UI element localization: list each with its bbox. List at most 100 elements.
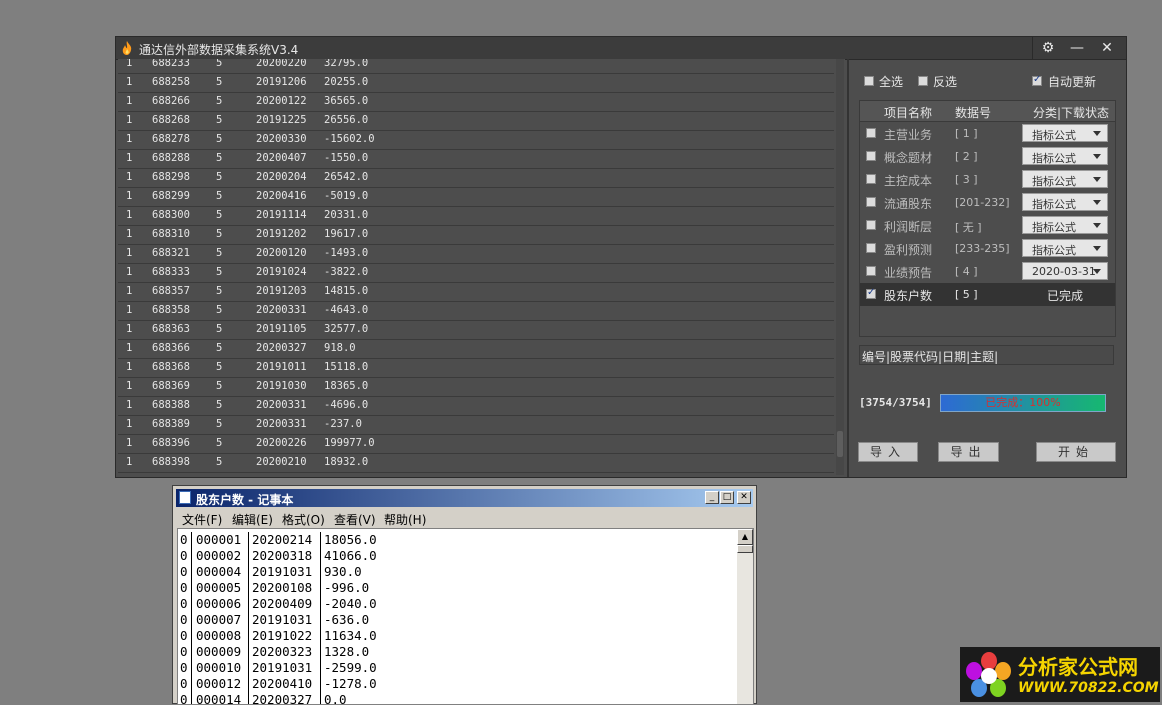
item-number: [ 3 ] bbox=[955, 173, 978, 186]
item-status-dropdown[interactable]: 指标公式 bbox=[1022, 193, 1108, 211]
item-name: 利润断层 bbox=[884, 220, 933, 234]
list-row[interactable]: 1 688266 5 20200122 36565.0 bbox=[118, 92, 834, 112]
notepad-menu-item[interactable]: 查看(V) bbox=[334, 511, 376, 528]
list-row[interactable]: 1 688388 5 20200331 -4696.0 bbox=[118, 396, 834, 416]
item-checkbox[interactable] bbox=[866, 151, 876, 161]
settings-gear-icon[interactable]: ⚙ bbox=[1032, 37, 1063, 59]
list-row[interactable]: 1 688363 5 20191105 32577.0 bbox=[118, 320, 834, 340]
list-row[interactable]: 1 688278 5 20200330 -15602.0 bbox=[118, 130, 834, 150]
item-checkbox[interactable] bbox=[866, 220, 876, 230]
item-row[interactable]: 业绩预告 [ 4 ] 2020-03-31 bbox=[860, 260, 1115, 283]
item-row[interactable]: 盈利预测 [233-235] 指标公式 bbox=[860, 237, 1115, 260]
list-scrollbar[interactable] bbox=[836, 59, 844, 475]
list-row[interactable]: 1 688288 5 20200407 -1550.0 bbox=[118, 149, 834, 169]
list-cell: 1 bbox=[126, 323, 133, 335]
panel-divider bbox=[847, 59, 849, 477]
item-checkbox[interactable] bbox=[866, 287, 876, 299]
list-row[interactable]: 1 688389 5 20200331 -237.0 bbox=[118, 415, 834, 435]
invert-label[interactable]: 反选 bbox=[933, 73, 957, 90]
close-button[interactable]: ✕ bbox=[1092, 37, 1122, 59]
item-row[interactable]: 股东户数 [ 5 ] 已完成 bbox=[860, 283, 1115, 306]
notepad-menu-item[interactable]: 帮助(H) bbox=[384, 511, 426, 528]
scrollbar-thumb[interactable] bbox=[837, 431, 843, 457]
item-status-dropdown[interactable]: 指标公式 bbox=[1022, 239, 1108, 257]
list-cell: 20191030 bbox=[256, 380, 307, 392]
item-checkbox[interactable] bbox=[866, 174, 876, 184]
list-cell: 5 bbox=[216, 76, 223, 88]
notepad-title-bar[interactable]: 股东户数 - 记事本 _ □ ✕ bbox=[176, 489, 753, 507]
select-all-label[interactable]: 全选 bbox=[879, 73, 903, 90]
list-row[interactable]: 1 688368 5 20191011 15118.0 bbox=[118, 358, 834, 378]
auto-update-checkbox[interactable] bbox=[1032, 74, 1042, 86]
list-cell: 688310 bbox=[152, 228, 190, 240]
list-cell: 20200330 bbox=[256, 133, 307, 145]
list-cell: 20191011 bbox=[256, 361, 307, 373]
item-status: 指标公式 bbox=[1032, 244, 1076, 257]
list-row[interactable]: 1 688358 5 20200331 -4643.0 bbox=[118, 301, 834, 321]
item-status-dropdown[interactable]: 指标公式 bbox=[1022, 147, 1108, 165]
list-cell: 1 bbox=[126, 59, 133, 69]
item-status-dropdown[interactable]: 指标公式 bbox=[1022, 170, 1108, 188]
item-checkbox[interactable] bbox=[866, 197, 876, 207]
list-cell: 1 bbox=[126, 190, 133, 202]
item-row[interactable]: 流通股东 [201-232] 指标公式 bbox=[860, 191, 1115, 214]
scroll-up-arrow-icon[interactable]: ▲ bbox=[737, 529, 753, 545]
item-status-dropdown[interactable]: 指标公式 bbox=[1022, 216, 1108, 234]
item-checkbox[interactable] bbox=[866, 266, 876, 276]
list-cell: 5 bbox=[216, 95, 223, 107]
notepad-scroll-thumb[interactable] bbox=[737, 545, 753, 553]
item-row[interactable]: 主营业务 [ 1 ] 指标公式 bbox=[860, 122, 1115, 145]
list-row[interactable]: 1 688233 5 20200220 32795.0 bbox=[118, 59, 834, 74]
notepad-menu-item[interactable]: 格式(O) bbox=[282, 511, 325, 528]
list-row[interactable]: 1 688300 5 20191114 20331.0 bbox=[118, 206, 834, 226]
list-row[interactable]: 1 688369 5 20191030 18365.0 bbox=[118, 377, 834, 397]
notepad-menu-item[interactable]: 文件(F) bbox=[182, 511, 222, 528]
item-name: 主营业务 bbox=[884, 128, 933, 142]
item-row[interactable]: 主控成本 [ 3 ] 指标公式 bbox=[860, 168, 1115, 191]
column-separator bbox=[320, 564, 321, 580]
list-row[interactable]: 1 688298 5 20200204 26542.0 bbox=[118, 168, 834, 188]
list-row[interactable]: 1 688299 5 20200416 -5019.0 bbox=[118, 187, 834, 207]
notepad-scrollbar[interactable]: ▲ bbox=[737, 529, 753, 704]
notepad-cell: 000001 bbox=[196, 532, 242, 547]
list-row[interactable]: 1 688357 5 20191203 14815.0 bbox=[118, 282, 834, 302]
list-cell: 688288 bbox=[152, 152, 190, 164]
notepad-minimize-button[interactable]: _ bbox=[705, 491, 719, 504]
list-row[interactable]: 1 688310 5 20191202 19617.0 bbox=[118, 225, 834, 245]
notepad-cell: 000014 bbox=[196, 692, 242, 705]
notepad-menu-item[interactable]: 编辑(E) bbox=[232, 511, 273, 528]
list-row[interactable]: 1 688396 5 20200226 199977.0 bbox=[118, 434, 834, 454]
data-list[interactable]: 1 688398 5 20200210 18932.0 1 688396 5 20200226 1… bbox=[118, 59, 845, 475]
list-row[interactable]: 1 688333 5 20191024 -3822.0 bbox=[118, 263, 834, 283]
item-row[interactable]: 概念题材 [ 2 ] 指标公式 bbox=[860, 145, 1115, 168]
item-checkbox[interactable] bbox=[866, 128, 876, 138]
import-button[interactable]: 导入 bbox=[858, 442, 918, 462]
export-button[interactable]: 导出 bbox=[938, 442, 999, 462]
list-row[interactable]: 1 688398 5 20200210 18932.0 bbox=[118, 453, 834, 473]
list-cell: 5 bbox=[216, 380, 223, 392]
list-row[interactable]: 1 688258 5 20191206 20255.0 bbox=[118, 73, 834, 93]
item-status-dropdown[interactable]: 2020-03-31 bbox=[1022, 262, 1108, 280]
invert-checkbox[interactable] bbox=[918, 76, 928, 86]
item-status-dropdown[interactable]: 指标公式 bbox=[1022, 124, 1108, 142]
list-row[interactable]: 1 688321 5 20200120 -1493.0 bbox=[118, 244, 834, 264]
title-bar[interactable]: 通达信外部数据采集系统V3.4 ⚙ — ✕ bbox=[116, 37, 1126, 60]
notepad-close-button[interactable]: ✕ bbox=[737, 491, 751, 504]
item-checkbox[interactable] bbox=[866, 243, 876, 253]
start-button[interactable]: 开始 bbox=[1036, 442, 1116, 462]
item-number: [ 2 ] bbox=[955, 150, 978, 163]
column-separator bbox=[248, 644, 249, 660]
list-cell: 1 bbox=[126, 437, 133, 449]
list-cell: 688299 bbox=[152, 190, 190, 202]
notepad-maximize-button[interactable]: □ bbox=[720, 491, 734, 504]
auto-update-label[interactable]: 自动更新 bbox=[1048, 73, 1096, 90]
item-row[interactable]: 利润断层 [ 无 ] 指标公式 bbox=[860, 214, 1115, 237]
list-row[interactable]: 1 688268 5 20191225 26556.0 bbox=[118, 111, 834, 131]
list-cell: 688389 bbox=[152, 418, 190, 430]
list-cell: 688258 bbox=[152, 76, 190, 88]
notepad-text-area[interactable]: ▲ 0 000001 20200214 18056.0 0 000002 20200318 4… bbox=[177, 528, 754, 705]
select-all-checkbox[interactable] bbox=[864, 76, 874, 86]
field-format-box[interactable]: 编号|股票代码|日期|主题| bbox=[859, 345, 1114, 365]
list-row[interactable]: 1 688366 5 20200327 918.0 bbox=[118, 339, 834, 359]
minimize-button[interactable]: — bbox=[1062, 37, 1092, 59]
